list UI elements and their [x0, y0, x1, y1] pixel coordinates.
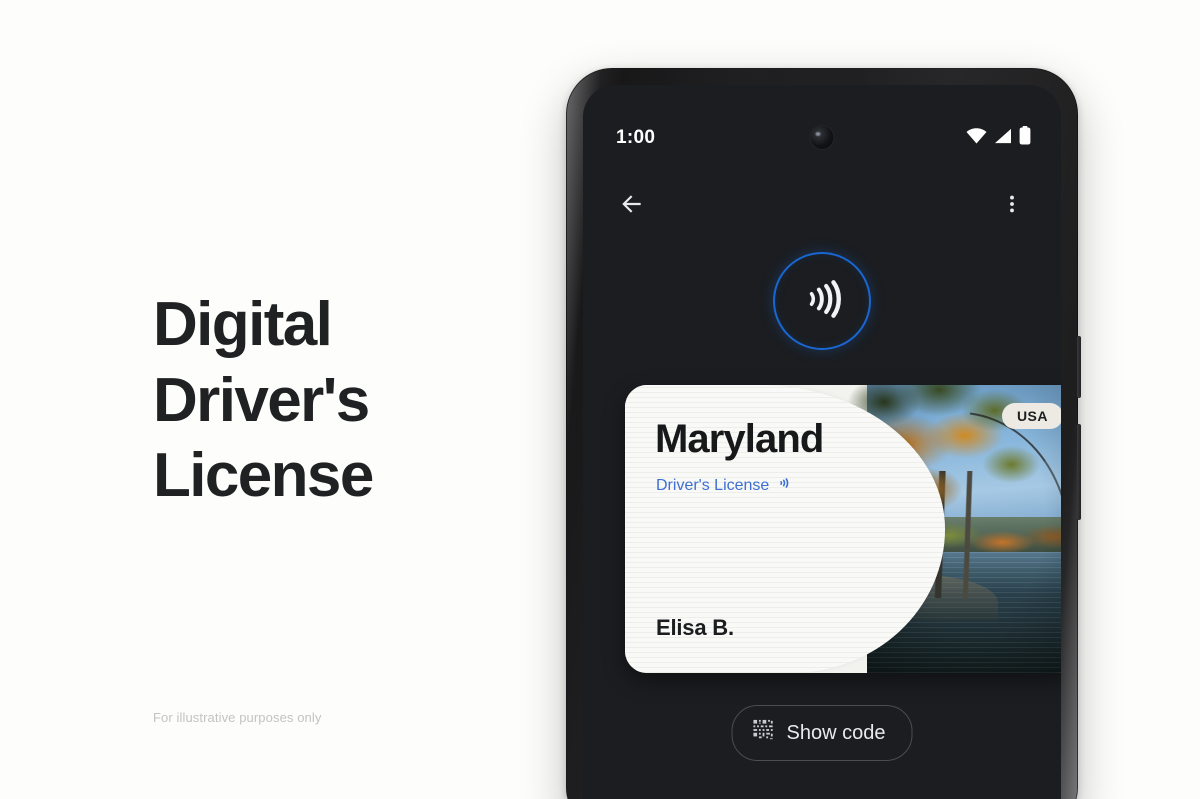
disclaimer-text: For illustrative purposes only: [153, 710, 322, 725]
volume-button[interactable]: [1077, 424, 1081, 520]
more-vertical-icon: [1001, 193, 1023, 220]
back-arrow-icon: [619, 191, 645, 222]
card-type-row: Driver's License: [656, 475, 792, 496]
phone-screen: 1:00 Maryland Driver's License USA Elisa…: [583, 85, 1061, 799]
qr-code-icon: [753, 719, 775, 747]
battery-icon: [1019, 126, 1031, 150]
card-type-label: Driver's License: [656, 476, 770, 494]
country-badge: USA: [1001, 403, 1061, 429]
license-card[interactable]: Maryland Driver's License USA Elisa B.: [625, 385, 1061, 673]
marketing-panel: Digital Driver's License For illustrativ…: [0, 0, 560, 799]
page-title: Digital Driver's License: [153, 290, 374, 511]
phone-device: 1:00 Maryland Driver's License USA Elisa…: [566, 68, 1081, 799]
status-time: 1:00: [616, 127, 656, 148]
back-button[interactable]: [611, 185, 653, 227]
contactless-nfc-icon: [776, 475, 792, 496]
nfc-indicator: [773, 252, 871, 350]
power-button[interactable]: [1077, 336, 1081, 398]
card-state-name: Maryland: [655, 417, 824, 461]
status-bar: 1:00: [583, 123, 1061, 153]
wifi-icon: [966, 127, 987, 149]
overflow-menu-button[interactable]: [991, 185, 1033, 227]
cellular-signal-icon: [994, 128, 1012, 149]
cardholder-name: Elisa B.: [656, 615, 734, 640]
show-code-button[interactable]: Show code: [731, 705, 913, 761]
status-icons: [966, 126, 1031, 150]
app-bar: [583, 181, 1061, 231]
show-code-label: Show code: [786, 721, 886, 744]
contactless-nfc-icon: [797, 274, 847, 329]
